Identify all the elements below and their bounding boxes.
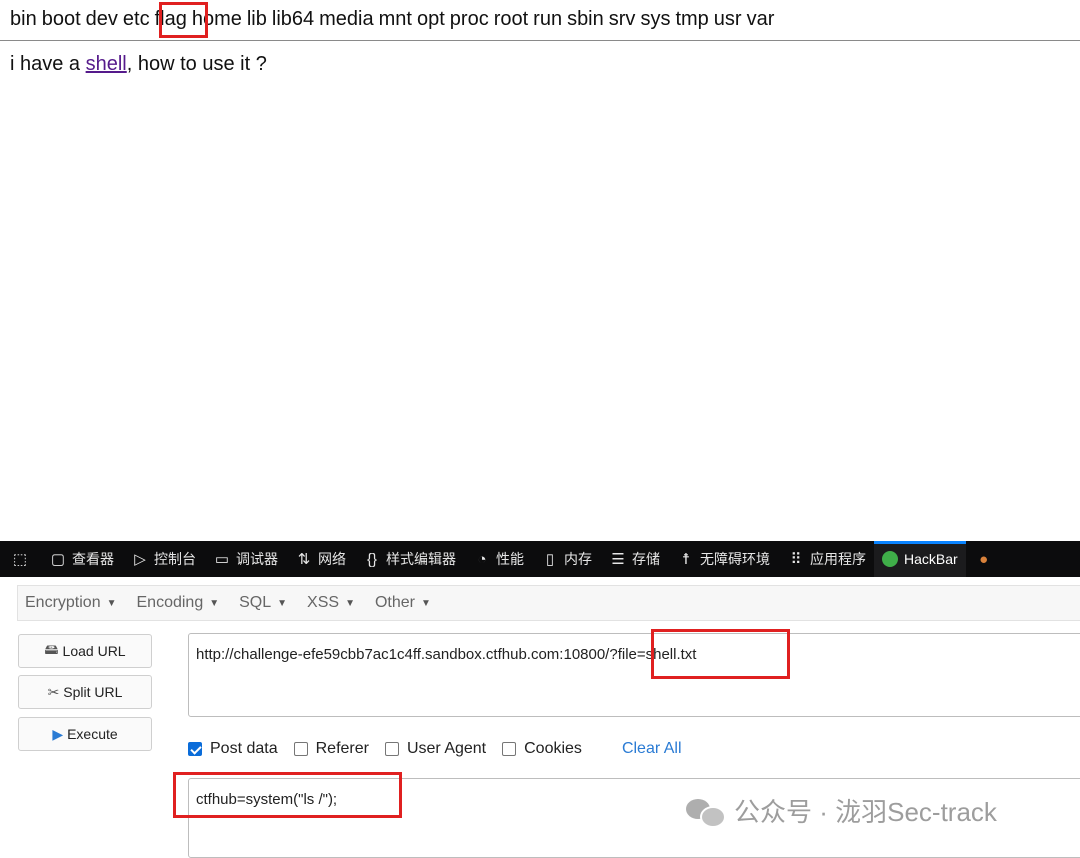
tab-inspector[interactable]: ▢ 查看器 [40, 541, 122, 577]
tab-memory[interactable]: ▯ 内存 [532, 541, 600, 577]
menu-sql[interactable]: SQL ▼ [232, 594, 294, 612]
tab-debugger[interactable]: ▭ 调试器 [204, 541, 286, 577]
tab-style-editor[interactable]: {} 样式编辑器 [354, 541, 464, 577]
style-editor-icon: {} [366, 550, 378, 568]
dir-entry: usr [713, 8, 742, 30]
tab-console[interactable]: ▷ 控制台 [122, 541, 204, 577]
url-param-highlight-box [651, 629, 790, 679]
debugger-icon: ▭ [214, 551, 230, 568]
checkbox-unchecked[interactable] [502, 742, 517, 756]
play-icon: ▶ [52, 725, 64, 742]
tab-performance[interactable]: ◔ 性能 [464, 541, 532, 577]
url-textarea[interactable]: http://challenge-efe59cbb7ac1c4ff.sandbo… [188, 633, 1080, 717]
checkbox-unchecked[interactable] [384, 742, 399, 756]
tab-network[interactable]: ⇅ 网络 [286, 541, 354, 577]
wechat-watermark: 公众号 · 泷羽Sec-track [686, 792, 997, 829]
split-url-button[interactable]: ✂ Split URL [18, 675, 152, 709]
memory-icon: ▯ [545, 551, 555, 568]
caret-down-icon: ▼ [345, 597, 355, 609]
cookies-checkbox[interactable]: Cookies [502, 740, 582, 758]
message-suffix: , how to use it ? [126, 53, 267, 75]
menu-xss[interactable]: XSS ▼ [300, 594, 362, 612]
devtools-toolbar: ⬚ ▢ 查看器 ▷ 控制台 ▭ 调试器 ⇅ 网络 {} 样式编辑器 ◔ 性能 ▯ 内存 ☰ 存储… [0, 541, 1080, 577]
dir-entry: proc [449, 8, 489, 30]
horizontal-rule [0, 40, 1080, 41]
cookie-icon: ● [979, 550, 989, 568]
caret-down-icon: ▼ [209, 597, 220, 609]
caret-down-icon: ▼ [277, 597, 288, 609]
post-data-checkbox[interactable]: Post data [188, 740, 278, 758]
dir-entry: bin [10, 8, 37, 30]
dir-entry: tmp [675, 8, 709, 30]
element-picker-button[interactable]: ⬚ [0, 541, 40, 577]
dir-entry: srv [608, 8, 636, 30]
dir-entry: media [319, 8, 374, 30]
dir-entry: sys [640, 8, 671, 30]
dir-entry: root [493, 8, 529, 30]
accessibility-icon: ☨ [681, 551, 691, 568]
watermark-text: 公众号 · 泷羽Sec-track [734, 797, 997, 827]
dir-entry: mnt [378, 8, 412, 30]
checkbox-unchecked[interactable] [293, 742, 308, 756]
menu-other[interactable]: Other ▼ [368, 594, 438, 612]
flag-highlight-box [159, 2, 208, 38]
referer-checkbox[interactable]: Referer [293, 740, 369, 758]
element-picker-icon: ⬚ [12, 551, 28, 568]
caret-down-icon: ▼ [420, 597, 431, 609]
checkbox-checked[interactable] [188, 742, 202, 756]
dir-entry: var [746, 8, 775, 30]
scissors-icon: ✂ [47, 683, 60, 700]
menu-encryption[interactable]: Encryption ▼ [18, 594, 124, 612]
dir-entry: sbin [567, 8, 604, 30]
tab-application[interactable]: ⠿ 应用程序 [778, 541, 874, 577]
application-icon: ⠿ [790, 551, 802, 568]
message-prefix: i have a [10, 53, 86, 75]
caret-down-icon: ▼ [106, 597, 117, 609]
clear-all-link[interactable]: Clear All [622, 740, 682, 758]
menu-encoding[interactable]: Encoding ▼ [130, 594, 227, 612]
dir-entry: etc [122, 8, 150, 30]
tab-accessibility[interactable]: ☨ 无障碍环境 [668, 541, 778, 577]
performance-icon: ◔ [477, 550, 487, 568]
dir-entry: run [533, 8, 563, 30]
tab-cookie-editor[interactable]: ● [966, 541, 1006, 577]
post-data-highlight-box [173, 772, 402, 818]
wechat-icon [686, 797, 726, 828]
execute-button[interactable]: ▶ Execute [18, 717, 152, 751]
directory-listing: bin boot dev etc flag home lib lib64 media mnt opt… [10, 6, 779, 32]
console-icon: ▷ [134, 551, 146, 568]
inspector-icon: ▢ [50, 551, 66, 568]
user-agent-checkbox[interactable]: User Agent [384, 740, 486, 758]
dir-entry: boot [41, 8, 81, 30]
tab-hackbar[interactable]: HackBar [874, 541, 966, 577]
hackbar-menu: Encryption ▼ Encoding ▼ SQL ▼ XSS ▼ Other ▼ [17, 585, 1080, 621]
dir-entry: opt [416, 8, 445, 30]
page-message: i have a shell, how to use it ? [10, 51, 267, 77]
request-options: Post data Referer User Agent Cookies Cle… [188, 738, 682, 760]
tab-storage[interactable]: ☰ 存储 [600, 541, 668, 577]
dir-entry: lib64 [271, 8, 315, 30]
load-url-icon: 🖴 [44, 641, 59, 657]
storage-icon: ☰ [611, 551, 625, 568]
shell-link[interactable]: shell [86, 53, 127, 75]
hackbar-icon [882, 551, 898, 567]
load-url-button[interactable]: 🖴 Load URL [18, 634, 152, 668]
dir-entry: dev [85, 8, 118, 30]
dir-entry: lib [246, 8, 267, 30]
network-icon: ⇅ [297, 551, 311, 568]
